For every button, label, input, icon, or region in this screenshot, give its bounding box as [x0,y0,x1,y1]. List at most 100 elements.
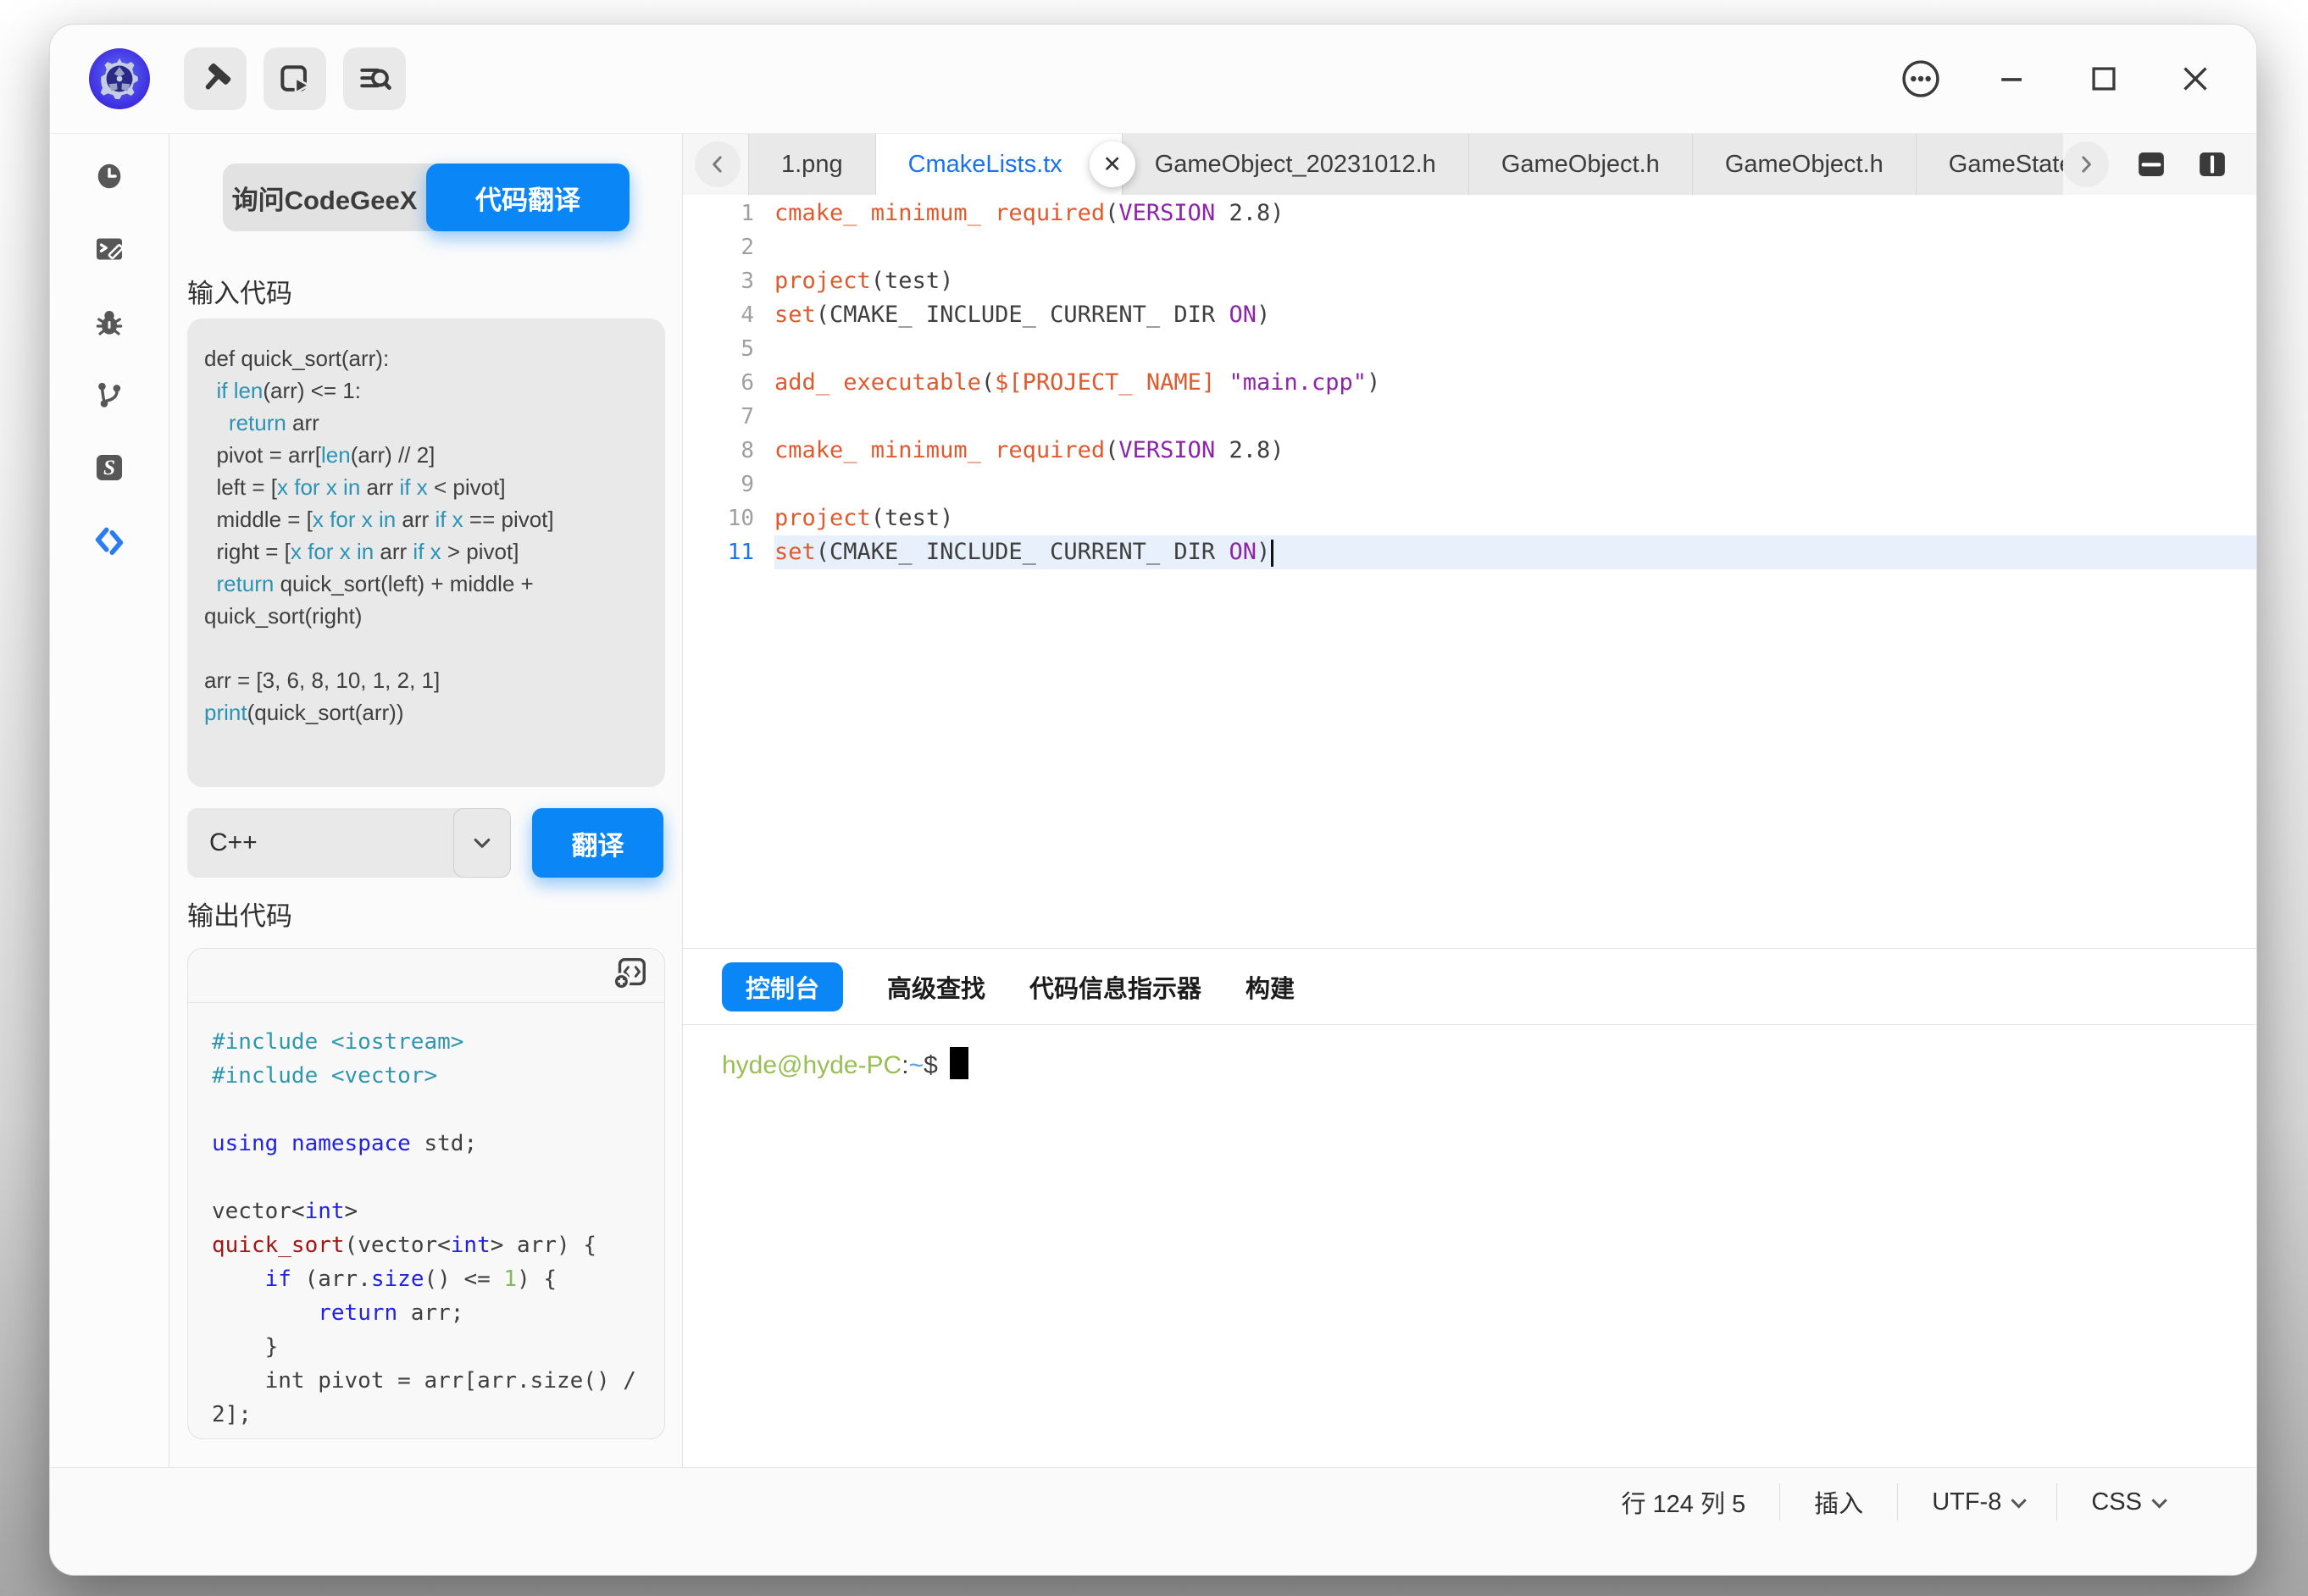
output-code-line: #include <vector> [212,1059,641,1093]
bottom-panel-tabs: 控制台 高级查找 代码信息指示器 构建 [683,949,2256,1025]
split-horizontal-button[interactable] [2133,146,2170,183]
build-hammer-button[interactable] [184,47,247,110]
chevron-down-icon [468,828,497,857]
code-token: return [229,410,286,435]
line-number: 6 [683,366,774,400]
input-code-line: arr = [3, 6, 8, 10, 1, 2, 1] [204,664,648,696]
input-code-area[interactable]: def quick_sort(arr): if len(arr) <= 1: r… [187,319,665,787]
status-item[interactable]: 插入 [1780,1482,1897,1522]
status-item[interactable]: 行 124 列 5 [1587,1482,1779,1522]
code-editor[interactable]: cmake_ minimum_ required(VERSION 2.8) pr… [774,195,2256,948]
select-chevron-button[interactable] [453,808,511,878]
code-token: int [451,1233,491,1258]
insert-code-button[interactable] [610,954,649,997]
editor-tab[interactable]: GameObject_20231012.h [1123,134,1469,195]
close-button[interactable] [2172,55,2219,103]
translate-row: C++ 翻译 [187,808,665,878]
mode-tab-translate[interactable]: 代码翻译 [426,163,630,231]
code-token: arr = [3, 6, 8, 10, 1, 2, 1] [204,668,440,693]
editor-tab[interactable]: GameObject.h [1469,134,1693,195]
code-token: } [212,1334,278,1360]
minimize-button[interactable] [1989,55,2036,103]
code-token: (CMAKE_ INCLUDE_ CURRENT_ DIR [816,302,1229,328]
code-token: for [308,539,333,564]
status-item[interactable]: CSS [2057,1482,2197,1522]
code-token: cmake_ minimum_ required [774,437,1105,463]
tabs-scroll-right-button[interactable] [2063,141,2109,187]
line-number: 3 [683,264,774,298]
code-token: (quick_sort(arr)) [247,700,404,725]
line-number: 7 [683,400,774,434]
content-row: S 询问CodeGeeX代码翻译 输入代码 def quick_sort(arr… [50,133,2256,1467]
status-item-label: 行 124 列 5 [1621,1484,1745,1520]
editor-tab-bar: 1.png CmakeLists.tx✕GameObject_20231012.h… [683,134,2256,195]
code-token [227,378,233,403]
code-token [446,507,452,532]
tabs-scroll-left-button[interactable] [695,141,741,187]
git-branch-button[interactable] [92,378,126,412]
code-token [212,1266,265,1292]
code-token: ) [1257,302,1270,328]
line-number: 5 [683,332,774,366]
output-code-line [212,1093,641,1127]
code-token: (test) [871,505,954,531]
code-line: set(CMAKE_ INCLUDE_ CURRENT_ DIR ON) [774,535,2256,569]
code-line [774,230,2256,264]
run-file-button[interactable] [264,47,326,110]
line-number-gutter: 1234567891011 [683,195,774,948]
code-token: middle = [ [204,507,313,532]
line-number: 2 [683,230,774,264]
code-token [1215,369,1229,396]
panel-tab[interactable]: 构建 [1246,969,1295,1005]
more-options-button[interactable] [1897,55,1945,103]
code-token: quick_sort(left) + middle + [274,571,533,596]
terminal-console[interactable]: hyde@hyde-PC:~$ [683,1025,2256,1467]
window-controls [1897,55,2219,103]
text-cursor [1271,540,1273,567]
input-code-line: right = [x for x in arr if x > pivot] [204,535,648,568]
code-token: for [330,507,355,532]
code-token: cmake_ minimum_ required [774,200,1105,226]
search-in-files-button[interactable] [343,47,406,110]
code-token: (arr. [291,1266,371,1292]
code-token: pivot = arr[ [204,442,321,468]
editor-tab[interactable]: GameState.cpp [1917,134,2063,195]
panel-tab[interactable]: 代码信息指示器 [1029,969,1201,1005]
toolbar [184,47,406,110]
editor-column: 1.png CmakeLists.tx✕GameObject_20231012.h… [683,134,2256,1467]
input-code-line: return quick_sort(left) + middle + [204,568,648,600]
code-token: > arr) { [491,1233,596,1258]
maximize-button[interactable] [2080,55,2128,103]
code-token [204,571,216,596]
target-language-select[interactable]: C++ [187,808,511,878]
terminal-editor-button[interactable] [92,232,126,266]
editor-tab[interactable]: 1.png [748,134,876,195]
code-token: ) [1257,539,1270,565]
editor-tab[interactable]: GameObject.h [1693,134,1917,195]
editor-tab-label: 1.png [781,151,843,179]
code-token [351,539,357,564]
panel-tab[interactable]: 控制台 [722,962,843,1011]
status-item-label: UTF-8 [1932,1488,2001,1516]
code-token: for [294,474,319,500]
s-plugin-button[interactable]: S [92,451,126,485]
status-item[interactable]: UTF-8 [1898,1482,2056,1522]
debug-button[interactable] [92,305,126,339]
mode-tab-ask[interactable]: 询问CodeGeeX [223,163,426,231]
close-tab-button[interactable]: ✕ [1090,141,1135,187]
codegeex-button[interactable] [92,524,126,557]
code-token: x [326,474,337,500]
code-token: in [379,507,396,532]
panel-tab[interactable]: 高级查找 [887,969,985,1005]
code-token: VERSION [1118,200,1215,226]
code-token: > pivot] [441,539,519,564]
editor-tab[interactable]: CmakeLists.tx✕ [876,134,1123,195]
bug-icon [92,305,126,339]
history-clock-button[interactable] [92,159,126,193]
translate-button[interactable]: 翻译 [532,808,663,878]
terminal-cursor [950,1047,968,1079]
line-number: 4 [683,298,774,332]
code-token: ~ [909,1051,924,1079]
split-vertical-button[interactable] [2194,146,2231,183]
editor-tab-label: GameObject.h [1501,151,1660,179]
